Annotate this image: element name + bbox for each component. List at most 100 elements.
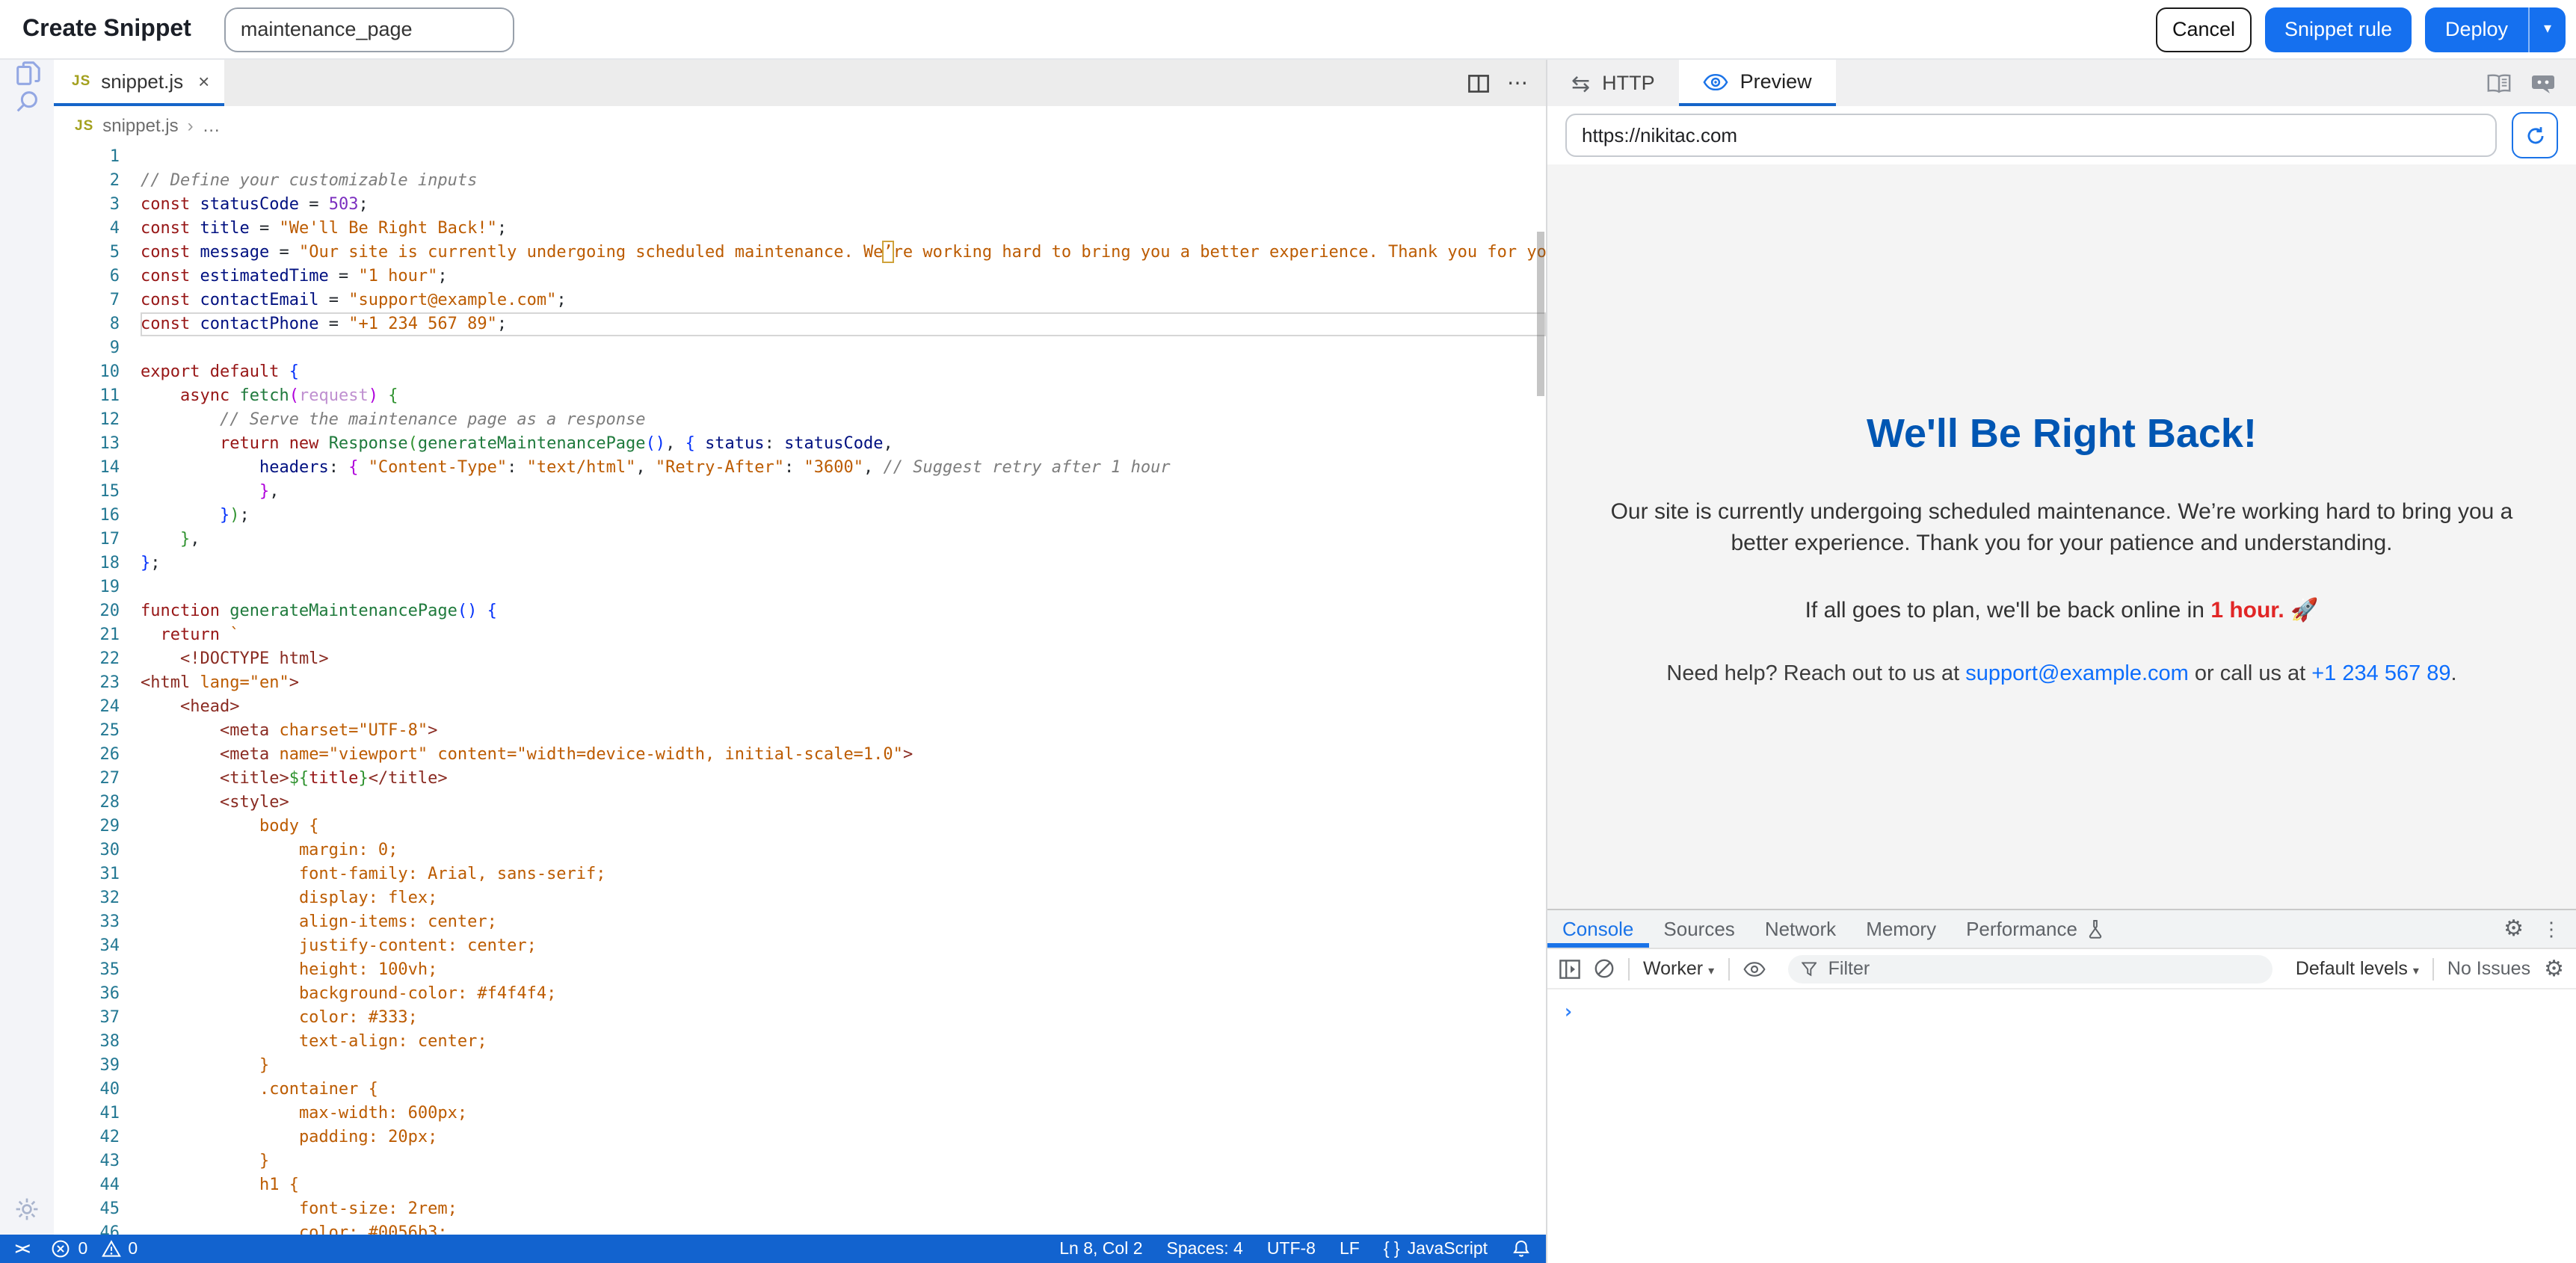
live-expression-eye-icon[interactable]	[1743, 960, 1765, 977]
line-number[interactable]: 45	[54, 1197, 120, 1221]
contact-link[interactable]: +1 234 567 89	[2311, 662, 2450, 686]
line-number[interactable]: 11	[54, 384, 120, 408]
devtools-tab-sources[interactable]: Sources	[1648, 910, 1749, 948]
line-number[interactable]: 14	[54, 456, 120, 480]
console-prompt-icon[interactable]: ›	[1562, 1001, 1574, 1024]
devtools-menu-icon[interactable]: ⋮	[2542, 917, 2561, 941]
line-number[interactable]: 18	[54, 552, 120, 575]
tab-preview[interactable]: Preview	[1679, 60, 1836, 106]
line-number[interactable]: 27	[54, 767, 120, 791]
devtools-tab-network[interactable]: Network	[1750, 910, 1851, 948]
line-number[interactable]: 43	[54, 1149, 120, 1173]
cursor-position[interactable]: Ln 8, Col 2	[1059, 1240, 1142, 1258]
search-icon[interactable]	[13, 88, 41, 117]
devtools-tab-console[interactable]: Console	[1547, 910, 1648, 948]
close-tab-icon[interactable]: ×	[198, 70, 209, 93]
reload-button[interactable]	[2512, 112, 2558, 158]
line-number[interactable]: 35	[54, 958, 120, 982]
contact-link[interactable]: support@example.com	[1965, 662, 2189, 686]
console-filter[interactable]	[1787, 954, 2273, 983]
breadcrumb-more[interactable]: …	[203, 115, 221, 136]
line-number[interactable]: 32	[54, 886, 120, 910]
log-levels-select[interactable]: Default levels ▾	[2296, 958, 2419, 979]
line-number[interactable]: 16	[54, 504, 120, 528]
tab-snippet-js[interactable]: JS snippet.js ×	[54, 60, 224, 106]
line-number[interactable]: 42	[54, 1125, 120, 1149]
line-number[interactable]: 21	[54, 623, 120, 647]
line-number[interactable]: 44	[54, 1173, 120, 1197]
line-number[interactable]: 4	[54, 217, 120, 241]
deploy-caret-icon[interactable]: ▾	[2530, 21, 2566, 37]
devtools-settings-icon[interactable]: ⚙	[2503, 918, 2524, 940]
breadcrumb[interactable]: JS snippet.js › …	[54, 106, 1546, 145]
snippet-rule-button[interactable]: Snippet rule	[2265, 7, 2412, 52]
language-mode[interactable]: { } JavaScript	[1384, 1240, 1488, 1258]
clear-console-icon[interactable]	[1594, 958, 1615, 979]
line-number[interactable]: 31	[54, 862, 120, 886]
line-number[interactable]: 8	[54, 312, 120, 336]
line-number[interactable]: 20	[54, 599, 120, 623]
line-number[interactable]: 36	[54, 982, 120, 1006]
line-number[interactable]: 13	[54, 432, 120, 456]
line-number[interactable]: 2	[54, 169, 120, 193]
issues-counter[interactable]: No Issues	[2447, 958, 2530, 979]
more-actions-icon[interactable]: ⋯	[1507, 70, 1528, 96]
line-number[interactable]: 39	[54, 1054, 120, 1078]
line-number[interactable]: 17	[54, 528, 120, 552]
eol-sequence[interactable]: LF	[1340, 1240, 1360, 1258]
problems-indicator[interactable]: 0 0	[52, 1239, 138, 1259]
devtools-tab-performance[interactable]: Performance	[1951, 910, 2119, 948]
line-number[interactable]: 3	[54, 193, 120, 217]
devtools-tab-memory[interactable]: Memory	[1851, 910, 1951, 948]
docs-book-icon[interactable]	[2486, 72, 2512, 93]
split-editor-icon[interactable]	[1468, 74, 1489, 92]
line-number[interactable]: 46	[54, 1221, 120, 1235]
line-number[interactable]: 7	[54, 288, 120, 312]
line-number[interactable]: 23	[54, 671, 120, 695]
line-number[interactable]: 40	[54, 1078, 120, 1102]
line-number[interactable]: 12	[54, 408, 120, 432]
notifications-bell-icon[interactable]	[1512, 1239, 1531, 1259]
url-input[interactable]	[1565, 114, 2497, 157]
tab-http[interactable]: ⇆ HTTP	[1547, 60, 1679, 106]
line-number[interactable]: 19	[54, 575, 120, 599]
code-editor[interactable]: 12// Define your customizable inputs3con…	[54, 145, 1546, 1235]
line-number[interactable]: 15	[54, 480, 120, 504]
line-number[interactable]: 29	[54, 815, 120, 839]
line-number[interactable]: 30	[54, 839, 120, 862]
line-number[interactable]: 25	[54, 719, 120, 743]
line-number[interactable]: 41	[54, 1102, 120, 1125]
code-line: 21 return `	[54, 623, 1546, 647]
line-number[interactable]: 5	[54, 241, 120, 265]
editor-scrollbar[interactable]	[1537, 232, 1544, 396]
deploy-button[interactable]: Deploy ▾	[2425, 7, 2566, 52]
indentation[interactable]: Spaces: 4	[1167, 1240, 1243, 1258]
line-number[interactable]: 38	[54, 1030, 120, 1054]
filter-input[interactable]	[1825, 957, 2260, 981]
snippet-name-input[interactable]	[224, 7, 514, 52]
encoding[interactable]: UTF-8	[1267, 1240, 1316, 1258]
line-number[interactable]: 37	[54, 1006, 120, 1030]
discord-icon[interactable]	[2531, 72, 2555, 93]
console-sidebar-icon[interactable]	[1559, 959, 1580, 978]
breadcrumb-file[interactable]: snippet.js	[102, 115, 178, 136]
status-bar: >< 0 0 Ln 8, Col 2 Spaces: 4 UTF-8 LF { …	[0, 1235, 1546, 1263]
line-number[interactable]: 10	[54, 360, 120, 384]
line-number[interactable]: 24	[54, 695, 120, 719]
console-output[interactable]: ›	[1547, 989, 2576, 1025]
remote-indicator-icon[interactable]: ><	[15, 1240, 28, 1258]
files-icon[interactable]	[13, 60, 41, 88]
settings-gear-icon[interactable]	[13, 1196, 40, 1223]
line-number[interactable]: 6	[54, 265, 120, 288]
preview-url-row	[1547, 106, 2576, 164]
line-number[interactable]: 22	[54, 647, 120, 671]
line-number[interactable]: 28	[54, 791, 120, 815]
line-number[interactable]: 26	[54, 743, 120, 767]
cancel-button[interactable]: Cancel	[2156, 7, 2252, 52]
line-number[interactable]: 33	[54, 910, 120, 934]
execution-context-select[interactable]: Worker ▾	[1643, 958, 1714, 979]
line-number[interactable]: 1	[54, 145, 120, 169]
line-number[interactable]: 9	[54, 336, 120, 360]
line-number[interactable]: 34	[54, 934, 120, 958]
console-settings-icon[interactable]: ⚙	[2544, 957, 2564, 980]
